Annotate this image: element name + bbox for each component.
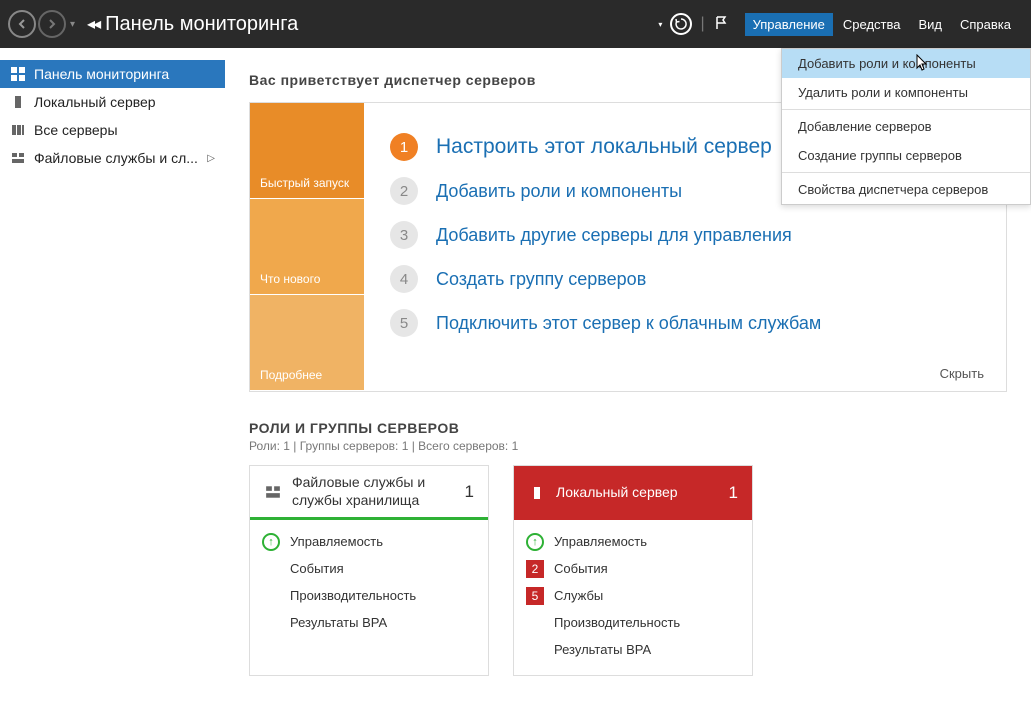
roles-heading: РОЛИ И ГРУППЫ СЕРВЕРОВ [249,420,1007,436]
status-badge: 2 [526,560,544,578]
card-body: ↑Управляемость 2События 5Службы Производ… [514,520,752,675]
sidebar-item-dashboard[interactable]: Панель мониторинга [0,60,225,88]
row-manageability[interactable]: ↑Управляемость [262,528,476,555]
separator: | [700,15,704,33]
dd-create-group[interactable]: Создание группы серверов [782,141,1030,170]
step-5[interactable]: 5 Подключить этот сервер к облачным служ… [390,309,980,337]
role-cards: Файловые службы и службы хранилища 1 ↑Уп… [249,465,1007,676]
dd-add-roles[interactable]: Добавить роли и компоненты [782,49,1030,78]
sidebar-item-local-server[interactable]: Локальный сервер [0,88,225,116]
server-icon [10,94,26,110]
card-count: 1 [465,482,474,502]
step-text: Создать группу серверов [436,269,646,290]
chevron-right-icon: ▷ [207,153,215,164]
nav-history-dropdown-icon[interactable]: ▾ [70,19,75,30]
nav-buttons: ▾ [8,10,87,38]
menu-manage[interactable]: Управление [745,13,833,36]
card-count: 1 [729,483,738,503]
step-number: 5 [390,309,418,337]
card-header: Локальный сервер 1 [514,466,752,520]
dd-remove-roles[interactable]: Удалить роли и компоненты [782,78,1030,107]
servers-icon [10,122,26,138]
dd-separator [782,109,1030,110]
sidebar-item-label: Все серверы [34,122,118,138]
step-number: 4 [390,265,418,293]
row-performance[interactable]: Производительность [526,609,740,636]
tile-learnmore[interactable]: Подробнее [250,295,364,391]
page-title: ◂◂ Панель мониторинга [87,13,298,36]
card-local-server[interactable]: Локальный сервер 1 ↑Управляемость 2Событ… [513,465,753,676]
row-events[interactable]: События [262,555,476,582]
sidebar-item-label: Файловые службы и сл... [34,150,198,166]
storage-icon [10,150,26,166]
step-number: 1 [390,133,418,161]
status-badge: 5 [526,587,544,605]
step-text: Добавить роли и компоненты [436,181,682,202]
card-title: Локальный сервер [556,484,719,502]
sidebar-item-all-servers[interactable]: Все серверы [0,116,225,144]
sidebar: Панель мониторинга Локальный сервер Все … [0,48,225,711]
dd-separator [782,172,1030,173]
breadcrumb-chevron-icon: ◂◂ [87,14,99,34]
header-bar: ▾ ◂◂ Панель мониторинга ▾ | Управление С… [0,0,1031,48]
sidebar-item-label: Панель мониторинга [34,66,169,82]
step-number: 3 [390,221,418,249]
step-text: Добавить другие серверы для управления [436,225,792,246]
row-bpa[interactable]: Результаты BPA [262,609,476,636]
back-button[interactable] [8,10,36,38]
tile-quickstart[interactable]: Быстрый запуск [250,103,364,199]
step-number: 2 [390,177,418,205]
dashboard-icon [10,66,26,82]
tile-whatsnew[interactable]: Что нового [250,199,364,295]
card-title: Файловые службы и службы хранилища [292,474,455,509]
page-title-text: Панель мониторинга [105,13,298,36]
menu-tools[interactable]: Средства [835,13,909,36]
sidebar-item-label: Локальный сервер [34,94,156,110]
refresh-button[interactable] [670,13,692,35]
hide-link[interactable]: Скрыть [940,366,984,381]
storage-icon [264,483,282,501]
step-text: Подключить этот сервер к облачным служба… [436,313,821,334]
forward-button[interactable] [38,10,66,38]
card-body: ↑Управляемость События Производительност… [250,520,488,648]
row-services[interactable]: 5Службы [526,582,740,609]
header-right: ▾ | Управление Средства Вид Справка [656,13,1019,36]
row-performance[interactable]: Производительность [262,582,476,609]
row-events[interactable]: 2События [526,555,740,582]
mouse-cursor-icon [916,54,930,72]
manage-dropdown: Добавить роли и компоненты Удалить роли … [781,48,1031,205]
status-ok-icon: ↑ [262,533,280,551]
dd-add-servers[interactable]: Добавление серверов [782,112,1030,141]
menu-view[interactable]: Вид [910,13,950,36]
menu-help[interactable]: Справка [952,13,1019,36]
notifications-flag-icon[interactable] [713,15,731,33]
card-file-services[interactable]: Файловые службы и службы хранилища 1 ↑Уп… [249,465,489,676]
row-bpa[interactable]: Результаты BPA [526,636,740,663]
dd-properties[interactable]: Свойства диспетчера серверов [782,175,1030,204]
step-3[interactable]: 3 Добавить другие серверы для управления [390,221,980,249]
status-ok-icon: ↑ [526,533,544,551]
title-dropdown-icon[interactable]: ▾ [658,20,662,29]
row-manageability[interactable]: ↑Управляемость [526,528,740,555]
card-header: Файловые службы и службы хранилища 1 [250,466,488,520]
sidebar-item-file-services[interactable]: Файловые службы и сл... ▷ [0,144,225,172]
step-4[interactable]: 4 Создать группу серверов [390,265,980,293]
server-icon [528,484,546,502]
side-tiles: Быстрый запуск Что нового Подробнее [250,103,364,391]
step-text: Настроить этот локальный сервер [436,135,772,159]
roles-sub: Роли: 1 | Группы серверов: 1 | Всего сер… [249,439,1007,453]
menu-bar: Управление Средства Вид Справка [745,13,1019,36]
